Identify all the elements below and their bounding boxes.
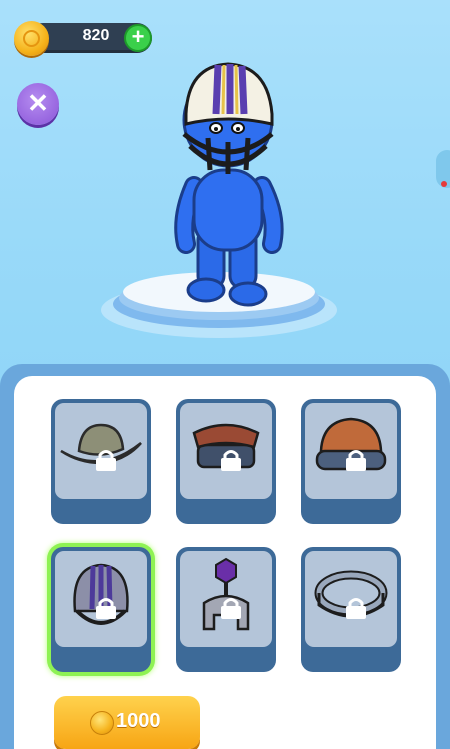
coin-count: 820 — [82, 27, 110, 44]
shop-item-ring-band[interactable] — [301, 547, 401, 672]
item-slot — [180, 403, 272, 499]
lock-icon — [221, 598, 241, 619]
item-slot — [55, 403, 147, 499]
lock-icon — [96, 450, 116, 471]
shop-item-goggle-helmet[interactable] — [301, 399, 401, 524]
add-coins-button[interactable]: + — [124, 24, 152, 52]
shop-item-beanie[interactable] — [176, 399, 276, 524]
item-slot — [305, 551, 397, 647]
lock-icon — [346, 450, 366, 471]
coin-icon — [90, 711, 114, 735]
shop-item-plume-helmet[interactable] — [176, 547, 276, 672]
buy-button[interactable]: 1000 — [54, 696, 200, 749]
item-slot — [305, 403, 397, 499]
shop-item-football-helmet[interactable] — [51, 547, 151, 672]
lock-icon — [346, 598, 366, 619]
close-button[interactable]: ✕ — [17, 83, 59, 125]
shop-item-cowboy-hat[interactable] — [51, 399, 151, 524]
item-slot — [180, 551, 272, 647]
coin-icon — [14, 21, 49, 56]
character-model — [174, 62, 284, 307]
lock-icon — [221, 450, 241, 471]
lock-icon — [96, 598, 116, 619]
item-slot — [55, 551, 147, 647]
buy-price: 1000 — [116, 710, 161, 732]
side-menu-tab[interactable] — [436, 150, 450, 188]
coin-balance: 820 + — [14, 21, 152, 56]
